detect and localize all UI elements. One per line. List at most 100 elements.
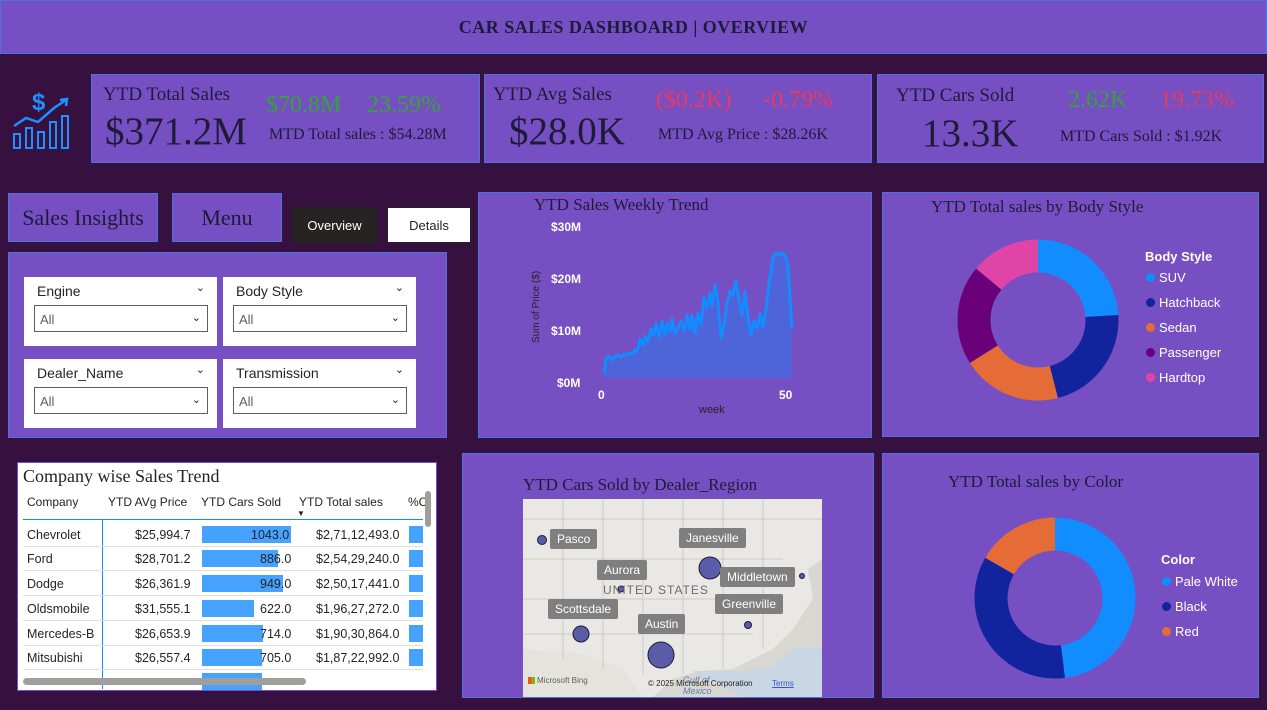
chevron-down-icon[interactable]: ⌄ — [395, 363, 404, 376]
menu-button[interactable]: Menu — [172, 193, 282, 242]
legend-dot — [1162, 577, 1171, 586]
cell-sold: 886.0 — [260, 552, 292, 566]
body-style-slicer[interactable]: Body Style ⌄ All ⌄ — [223, 277, 416, 346]
chevron-down-icon[interactable]: ⌄ — [395, 281, 404, 294]
weekly-trend-chart: YTD Sales Weekly Trend $30M $20M $10M $0… — [478, 192, 872, 438]
sort-desc-icon[interactable]: ▼ — [297, 509, 305, 518]
transmission-dropdown[interactable]: All ⌄ — [233, 387, 407, 414]
column-header-total-sales[interactable]: YTD Total sales — [299, 495, 383, 509]
country-label: UNITED STATES — [603, 583, 709, 597]
legend-item-black[interactable]: Black — [1162, 599, 1207, 614]
legend-item-suv[interactable]: SUV — [1146, 270, 1186, 285]
chevron-down-icon: ⌄ — [191, 394, 201, 406]
engine-dropdown[interactable]: All ⌄ — [34, 305, 208, 332]
legend-item-passenger[interactable]: Passenger — [1146, 345, 1221, 360]
chevron-down-icon: ⌄ — [390, 312, 400, 324]
terms-link[interactable]: Terms — [772, 679, 794, 688]
company-sales-table: Company wise Sales Trend Company YTD AVg… — [17, 462, 437, 691]
row-divider — [23, 620, 423, 621]
column-header-company[interactable]: Company — [27, 495, 78, 509]
dealer-name-dropdown[interactable]: All ⌄ — [34, 387, 208, 414]
kpi-delta-value: $70.8M — [266, 92, 342, 118]
cell-company: Dodge — [27, 577, 64, 591]
y-tick: $10M — [551, 324, 582, 338]
x-axis-label: week — [699, 404, 725, 416]
y-tick: $30M — [551, 220, 582, 234]
microsoft-logo-icon — [528, 677, 535, 684]
sales-insights-label: Sales Insights — [22, 204, 144, 230]
cell-company: Oldsmobile — [27, 602, 90, 616]
row-divider — [23, 595, 423, 596]
horizontal-scrollbar[interactable] — [23, 678, 306, 685]
legend-dot — [1146, 373, 1155, 382]
row-divider — [23, 570, 423, 571]
body-style-dropdown[interactable]: All ⌄ — [233, 305, 407, 332]
cell-total: $1,96,27,272.0 — [316, 602, 400, 616]
chevron-down-icon[interactable]: ⌄ — [196, 281, 205, 294]
column-header-cars-sold[interactable]: YTD Cars Sold — [201, 495, 281, 509]
legend-label: Pale White — [1175, 574, 1238, 589]
legend-item-hardtop[interactable]: Hardtop — [1146, 370, 1205, 385]
kpi-delta-value: 2.62K — [1068, 87, 1128, 113]
transmission-slicer[interactable]: Transmission ⌄ All ⌄ — [223, 359, 416, 428]
page-title: CAR SALES DASHBOARD | OVERVIEW — [458, 16, 809, 37]
legend-label: Sedan — [1159, 320, 1197, 335]
cell-total: $2,50,17,441.0 — [316, 577, 400, 591]
cell-avg: $26,361.9 — [135, 577, 191, 591]
legend-item-sedan[interactable]: Sedan — [1146, 320, 1197, 335]
chart-title: YTD Sales Weekly Trend — [534, 195, 709, 214]
legend-item-hatchback[interactable]: Hatchback — [1146, 295, 1220, 310]
legend-label: Hardtop — [1159, 370, 1206, 385]
kpi-card-total-sales: YTD Total Sales $371.2M $70.8M 23.59% MT… — [91, 74, 480, 163]
slicer-label: Engine — [37, 283, 81, 299]
kpi-title: YTD Avg Sales — [493, 84, 612, 105]
cell-sold: 714.0 — [260, 627, 292, 641]
cell-sold: 622.0 — [260, 602, 292, 616]
map-label-scottsdale: Scottsdale — [548, 599, 619, 619]
map-label-janesville: Janesville — [679, 528, 746, 548]
legend-label: SUV — [1159, 270, 1186, 285]
map-label-pasco: Pasco — [550, 529, 598, 549]
kpi-delta-pct: 23.59% — [367, 92, 441, 118]
overview-button[interactable]: Overview — [292, 207, 377, 243]
weekly-trend-plot — [602, 251, 794, 378]
details-label: Details — [409, 217, 449, 233]
legend-item-red[interactable]: Red — [1162, 624, 1199, 639]
cell-company: Mitsubishi — [27, 651, 83, 665]
legend-item-pale-white[interactable]: Pale White — [1162, 574, 1238, 589]
cell-total: $1,87,22,992.0 — [316, 651, 400, 665]
chevron-down-icon[interactable]: ⌄ — [196, 363, 205, 376]
legend-label: Black — [1175, 599, 1207, 614]
overview-label: Overview — [307, 217, 362, 233]
body-style-donut — [957, 239, 1119, 401]
body-style-chart: YTD Total sales by Body Style Body Style… — [882, 192, 1259, 437]
cell-avg: $26,557.4 — [135, 651, 191, 665]
cell-company: Chevrolet — [27, 528, 81, 542]
bing-label: Microsoft Bing — [537, 676, 588, 685]
cell-sold: 705.0 — [260, 651, 292, 665]
dealer-name-slicer[interactable]: Dealer_Name ⌄ All ⌄ — [24, 359, 217, 428]
menu-label: Menu — [201, 204, 253, 230]
map-canvas[interactable]: UNITED STATES Pasco Janesville Aurora Mi… — [523, 499, 822, 697]
cars-sold-bar — [202, 625, 263, 642]
kpi-value: $371.2M — [105, 110, 247, 153]
color-donut — [974, 517, 1136, 679]
header-divider — [23, 519, 423, 520]
kpi-mtd-label: MTD Avg Price : $28.26K — [658, 126, 828, 143]
cell-total: $2,54,29,240.0 — [316, 552, 400, 566]
vertical-scrollbar[interactable] — [425, 491, 431, 527]
chevron-down-icon: ⌄ — [390, 394, 400, 406]
sales-insights-button[interactable]: Sales Insights — [8, 193, 158, 242]
engine-slicer[interactable]: Engine ⌄ All ⌄ — [24, 277, 217, 346]
cell-sold: 1043.0 — [251, 528, 290, 542]
kpi-card-avg-sales: YTD Avg Sales $28.0K ($0.2K) -0.79% MTD … — [484, 74, 872, 163]
kpi-delta-pct: -0.79% — [763, 87, 833, 113]
kpi-delta-value: ($0.2K) — [656, 87, 732, 113]
pct-bar — [409, 526, 423, 543]
chart-title: YTD Total sales by Body Style — [931, 197, 1144, 216]
legend-dot — [1146, 298, 1155, 307]
kpi-card-cars-sold: YTD Cars Sold 13.3K 2.62K 19.73% MTD Car… — [877, 74, 1264, 163]
details-button[interactable]: Details — [387, 207, 471, 243]
dropdown-value: All — [239, 394, 254, 409]
column-header-avg-price[interactable]: YTD AVg Price — [108, 495, 187, 509]
